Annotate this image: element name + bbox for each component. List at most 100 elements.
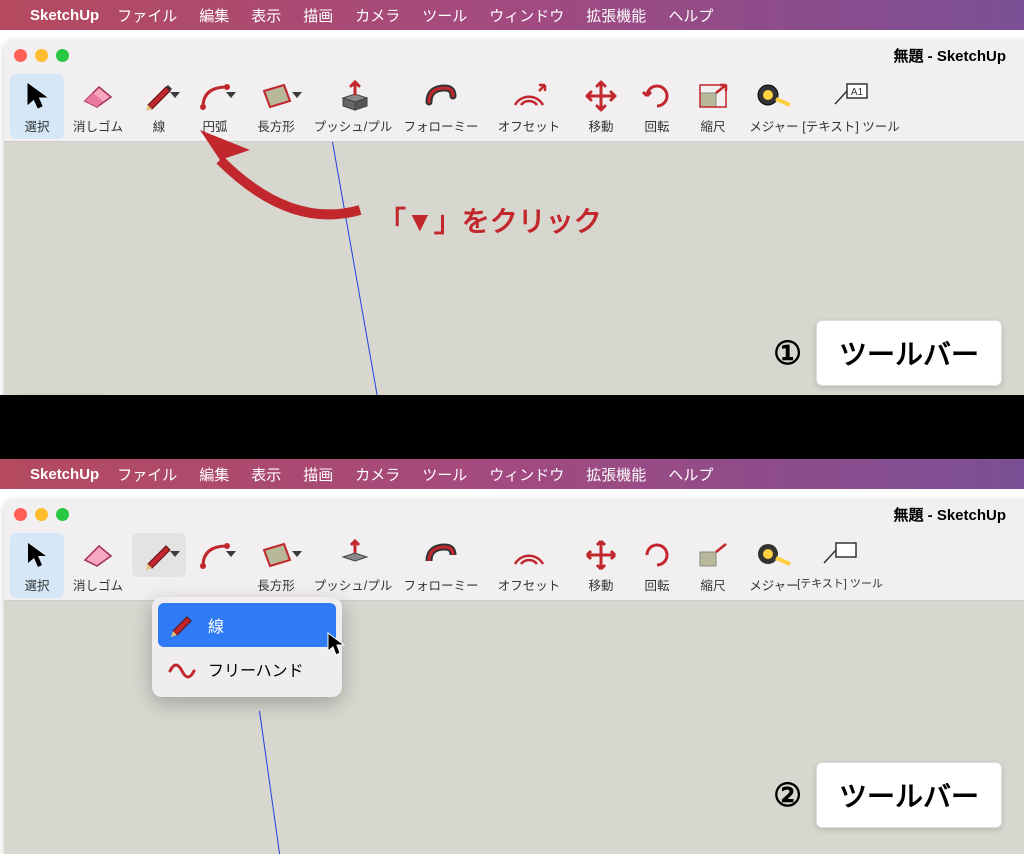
menu-tools[interactable]: ツール <box>422 5 467 26</box>
tool-label: 長方形 <box>257 575 295 594</box>
tool-label: 移動 <box>588 116 613 135</box>
window-zoom-button[interactable] <box>56 49 69 62</box>
mouse-cursor-icon <box>326 631 346 657</box>
rotate-icon <box>641 80 673 112</box>
menu-window[interactable]: ウィンドウ <box>489 5 564 26</box>
menu-window[interactable]: ウィンドウ <box>489 464 564 485</box>
tool-text[interactable]: A1 [テキスト] ツール <box>808 74 894 139</box>
menu-file[interactable]: ファイル <box>117 5 177 26</box>
tool-followme[interactable]: フォローミー <box>398 74 484 139</box>
tool-move[interactable]: 移動 <box>574 74 628 139</box>
tool-pushpull[interactable]: プッシュ/プル <box>310 533 396 598</box>
tool-eraser[interactable]: 消しゴム <box>66 74 130 139</box>
tool-select[interactable]: 選択 <box>10 533 64 598</box>
offset-icon <box>511 540 547 570</box>
chevron-down-icon[interactable] <box>292 551 302 557</box>
offset-icon <box>511 81 547 111</box>
eraser-icon <box>81 542 115 568</box>
tool-arc[interactable] <box>188 533 242 577</box>
tool-label: メジャー <box>749 575 798 594</box>
tool-scale[interactable]: 縮尺 <box>686 533 740 598</box>
tool-rotate[interactable]: 回転 <box>630 74 684 139</box>
pencil-icon <box>169 613 195 637</box>
menu-view[interactable]: 表示 <box>251 464 281 485</box>
menu-ext[interactable]: 拡張機能 <box>586 464 646 485</box>
dropdown-item-line[interactable]: 線 <box>158 603 336 647</box>
document-title: 無題 - SketchUp <box>893 45 1014 66</box>
mac-menubar: SketchUp ファイル 編集 表示 描画 カメラ ツール ウィンドウ 拡張機… <box>0 459 1024 489</box>
tool-offset[interactable]: オフセット <box>486 74 572 139</box>
step-1-badge: ① ツールバー <box>773 320 1002 386</box>
window-close-button[interactable] <box>14 508 27 521</box>
tool-tape[interactable]: メジャー <box>742 74 806 139</box>
menu-camera[interactable]: カメラ <box>355 464 400 485</box>
line-tool-dropdown: 線 フリーハンド <box>152 597 342 697</box>
tool-label: 選択 <box>24 116 49 135</box>
tool-line[interactable]: 線 <box>132 74 186 139</box>
annotation-arrow <box>180 120 380 240</box>
screenshot-panel-2: SketchUp ファイル 編集 表示 描画 カメラ ツール ウィンドウ 拡張機… <box>0 459 1024 854</box>
pushpull-icon <box>335 80 371 112</box>
text-tool-icon <box>822 541 858 569</box>
menu-tools[interactable]: ツール <box>422 464 467 485</box>
document-title: 無題 - SketchUp <box>893 504 1014 525</box>
menu-edit[interactable]: 編集 <box>199 5 229 26</box>
step-number: ① <box>773 334 802 372</box>
menu-file[interactable]: ファイル <box>117 464 177 485</box>
eraser-icon <box>81 83 115 109</box>
main-toolbar: 選択 消しゴム 線 円弧 長方形 プッシュ/プル <box>4 70 1024 142</box>
window-titlebar: 無題 - SketchUp <box>4 40 1024 70</box>
scale-icon <box>696 540 730 570</box>
tool-rectangle[interactable]: 長方形 <box>244 533 308 598</box>
menu-draw[interactable]: 描画 <box>303 464 333 485</box>
window-minimize-button[interactable] <box>35 49 48 62</box>
step-2-badge: ② ツールバー <box>773 762 1002 828</box>
app-name[interactable]: SketchUp <box>30 466 99 483</box>
tool-move[interactable]: 移動 <box>574 533 628 598</box>
window-minimize-button[interactable] <box>35 508 48 521</box>
dropdown-item-label: フリーハンド <box>208 657 304 681</box>
tool-line[interactable] <box>132 533 186 577</box>
move-icon <box>585 539 617 571</box>
chevron-down-icon[interactable] <box>226 92 236 98</box>
panel-divider <box>0 395 1024 459</box>
followme-icon <box>423 80 459 112</box>
menu-draw[interactable]: 描画 <box>303 5 333 26</box>
chevron-down-icon[interactable] <box>226 551 236 557</box>
tool-eraser[interactable]: 消しゴム <box>66 533 130 598</box>
app-name[interactable]: SketchUp <box>30 7 99 24</box>
window-zoom-button[interactable] <box>56 508 69 521</box>
menu-help[interactable]: ヘルプ <box>668 5 713 26</box>
chevron-down-icon[interactable] <box>170 551 180 557</box>
text-tool-icon: A1 <box>833 82 869 110</box>
dropdown-item-freehand[interactable]: フリーハンド <box>158 647 336 691</box>
chevron-down-icon[interactable] <box>292 92 302 98</box>
menu-ext[interactable]: 拡張機能 <box>586 5 646 26</box>
chevron-down-icon[interactable] <box>170 92 180 98</box>
screenshot-panel-1: SketchUp ファイル 編集 表示 描画 カメラ ツール ウィンドウ 拡張機… <box>0 0 1024 395</box>
tool-scale[interactable]: 縮尺 <box>686 74 740 139</box>
cursor-icon <box>26 82 48 110</box>
scale-icon <box>696 81 730 111</box>
window-close-button[interactable] <box>14 49 27 62</box>
step-label: ツールバー <box>816 320 1002 386</box>
tape-measure-icon <box>756 81 792 111</box>
tool-label: 縮尺 <box>700 116 725 135</box>
menu-camera[interactable]: カメラ <box>355 5 400 26</box>
rectangle-icon <box>258 540 294 570</box>
step-number: ② <box>773 776 802 814</box>
menu-view[interactable]: 表示 <box>251 5 281 26</box>
menu-edit[interactable]: 編集 <box>199 464 229 485</box>
tool-rotate[interactable]: 回転 <box>630 533 684 598</box>
tool-label: [テキスト] ツール <box>802 116 900 135</box>
followme-icon <box>423 539 459 571</box>
pushpull-icon <box>335 539 371 571</box>
menu-help[interactable]: ヘルプ <box>668 464 713 485</box>
tool-text[interactable]: [テキスト] ツール <box>808 533 872 595</box>
tool-followme[interactable]: フォローミー <box>398 533 484 598</box>
main-toolbar: 選択 消しゴム 長方形 プッシュ/プル フォローミー <box>4 529 1024 601</box>
mac-menubar: SketchUp ファイル 編集 表示 描画 カメラ ツール ウィンドウ 拡張機… <box>0 0 1024 30</box>
tool-select[interactable]: 選択 <box>10 74 64 139</box>
tool-offset[interactable]: オフセット <box>486 533 572 598</box>
tool-label: 消しゴム <box>73 116 123 135</box>
